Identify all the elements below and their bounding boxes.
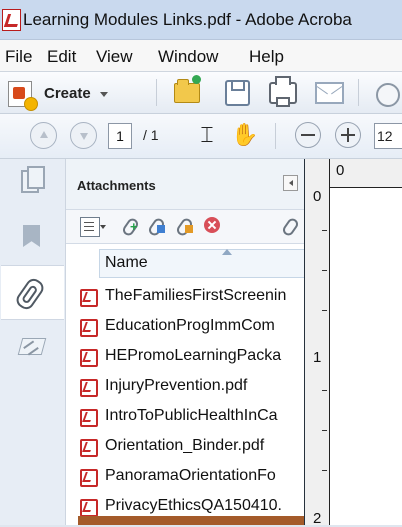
settings-icon — [376, 83, 400, 107]
hand-icon: ✋ — [231, 122, 259, 147]
collapse-panel-button[interactable] — [283, 175, 298, 191]
attachment-name: HEPromoLearningPacka — [105, 347, 282, 364]
open-attachment-icon[interactable] — [146, 216, 167, 238]
zoom-out-button[interactable] — [293, 120, 323, 150]
attachment-name: Orientation_Binder.pdf — [105, 437, 265, 454]
save-button[interactable] — [222, 78, 252, 108]
menu-bar: File Edit View Window Help — [0, 40, 402, 72]
ruler-label: 2 — [313, 510, 322, 527]
next-page-button[interactable] — [68, 120, 98, 150]
zoom-input[interactable]: 12 — [374, 123, 402, 149]
arrow-down-icon — [69, 121, 97, 149]
add-attachment-icon[interactable] — [120, 216, 141, 238]
attachment-row[interactable]: InjuryPrevention.pdf — [76, 375, 304, 399]
attachment-row[interactable]: Orientation_Binder.pdf — [76, 435, 304, 459]
attachments-header: Attachments — [66, 159, 304, 210]
plus-icon — [335, 122, 361, 148]
attachment-name: PanoramaOrientationFo — [105, 467, 276, 484]
attachments-title: Attachments — [77, 178, 156, 193]
attachment-row[interactable]: HEPromoLearningPacka — [76, 345, 304, 369]
menu-file[interactable]: File — [5, 47, 32, 67]
attachment-row[interactable]: EducationProgImmCom — [76, 315, 304, 339]
ruler-tick — [322, 470, 327, 471]
search-attachment-icon[interactable] — [280, 216, 301, 238]
ruler-label: 1 — [313, 349, 322, 366]
attachment-row[interactable]: IntroToPublicHealthInCa — [76, 405, 304, 429]
paperclip-icon — [174, 216, 195, 238]
print-button[interactable] — [268, 76, 298, 108]
cursor-icon: ⌶ — [200, 122, 214, 147]
ruler-tick — [322, 230, 327, 231]
hand-tool-button[interactable]: ✋ — [230, 120, 260, 150]
attachment-name: TheFamiliesFirstScreenin — [105, 287, 287, 304]
ruler-label: 0 — [313, 188, 322, 205]
mail-icon — [314, 82, 344, 104]
create-pdf-icon — [8, 81, 37, 110]
bookmark-icon[interactable] — [19, 224, 45, 250]
attachments-panel: Attachments Name TheFamiliesFirstScreeni… — [66, 159, 307, 525]
name-column-header[interactable]: Name — [99, 249, 304, 278]
attachments-tab[interactable] — [1, 265, 64, 320]
more-tools-button[interactable] — [374, 80, 402, 110]
open-button[interactable] — [172, 75, 202, 108]
attachment-row[interactable]: TheFamiliesFirstScreenin — [76, 285, 304, 309]
page-thumbnails-icon[interactable] — [19, 166, 45, 193]
chevron-down-icon — [100, 92, 108, 97]
sort-arrow-icon — [222, 249, 232, 255]
pdf-file-icon — [79, 498, 98, 517]
ruler-tick — [322, 430, 327, 431]
attachment-name: IntroToPublicHealthInCa — [105, 407, 278, 424]
page-count: / 1 — [143, 127, 159, 143]
window-title: Learning Modules Links.pdf - Adobe Acrob… — [23, 10, 352, 29]
previous-page-button[interactable] — [28, 120, 58, 150]
pdf-file-icon — [79, 288, 98, 307]
attachment-name: PrivacyEthicsQA150410. — [105, 497, 282, 514]
attachment-name: InjuryPrevention.pdf — [105, 377, 248, 394]
ruler-tick — [322, 310, 327, 311]
menu-view[interactable]: View — [96, 47, 133, 67]
pdf-file-icon — [79, 348, 98, 367]
attachment-name: EducationProgImmCom — [105, 317, 275, 334]
paperclip-icon — [120, 216, 141, 238]
attachment-row[interactable]: PanoramaOrientationFo — [76, 465, 304, 489]
open-folder-icon — [174, 75, 201, 103]
ruler-label: 0 — [336, 162, 345, 179]
menu-window[interactable]: Window — [158, 47, 218, 67]
toolbar-separator — [275, 123, 276, 149]
arrow-up-icon — [29, 121, 57, 149]
signatures-icon[interactable] — [19, 335, 45, 361]
chevron-down-icon[interactable] — [100, 225, 106, 229]
options-icon[interactable] — [80, 217, 100, 237]
printer-icon — [269, 76, 297, 107]
name-column-label: Name — [105, 254, 148, 271]
minus-icon — [295, 122, 321, 148]
pdf-file-icon — [79, 318, 98, 337]
email-button[interactable] — [314, 78, 344, 108]
save-icon — [224, 80, 250, 106]
paperclip-icon — [13, 275, 47, 313]
ruler-tick — [322, 270, 327, 271]
create-label: Create — [44, 85, 91, 102]
title-bar: Learning Modules Links.pdf - Adobe Acrob… — [0, 0, 402, 40]
partial-attachment-row — [78, 516, 304, 525]
pdf-file-icon — [79, 378, 98, 397]
paperclip-icon — [146, 216, 167, 238]
menu-help[interactable]: Help — [249, 47, 284, 67]
pdf-file-icon — [79, 408, 98, 427]
pdf-file-icon — [79, 438, 98, 457]
menu-edit[interactable]: Edit — [47, 47, 76, 67]
toolbar-separator — [156, 79, 157, 106]
toolbar-separator — [358, 79, 359, 106]
save-attachment-icon[interactable] — [174, 216, 195, 238]
zoom-in-button[interactable] — [333, 120, 363, 150]
pdf-file-icon — [79, 468, 98, 487]
adobe-pdf-icon — [2, 9, 21, 31]
page-number-input[interactable]: 1 — [108, 123, 132, 149]
paperclip-icon — [280, 216, 301, 238]
select-tool-button[interactable]: ⌶ — [192, 120, 222, 150]
ruler-tick — [322, 390, 327, 391]
create-button[interactable]: Create — [8, 80, 140, 110]
delete-attachment-icon[interactable] — [204, 217, 220, 233]
attachments-toolbar — [66, 210, 304, 244]
